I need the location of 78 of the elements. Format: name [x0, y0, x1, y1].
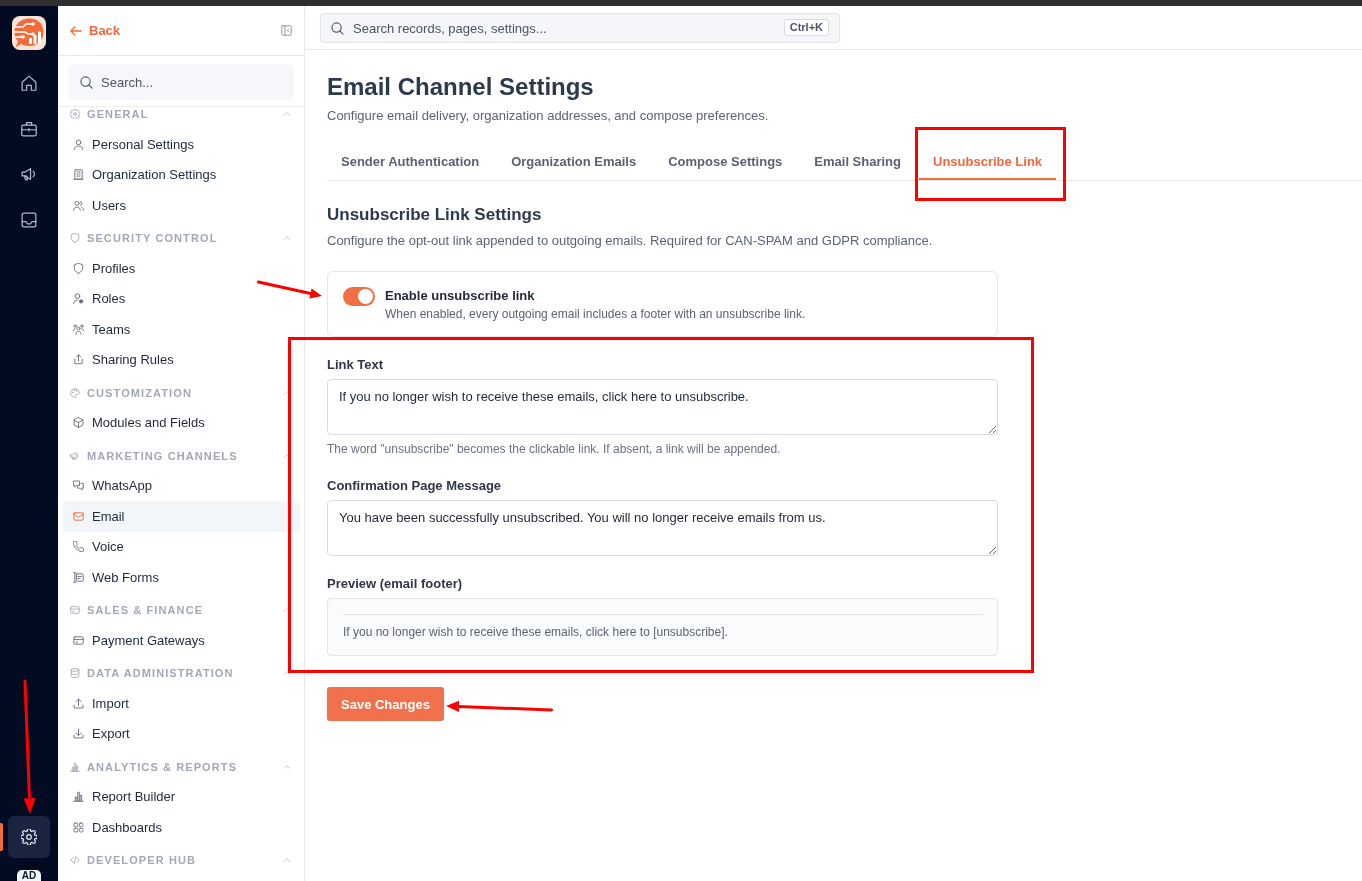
page-subtitle: Configure email delivery, organization addresses, and compose preferences. — [327, 107, 769, 125]
megaphone-icon — [70, 450, 80, 461]
briefcase-icon — [21, 120, 37, 137]
app-logo[interactable] — [12, 16, 46, 50]
user-avatar[interactable]: AD — [17, 870, 41, 881]
upload-icon — [73, 697, 84, 709]
phone-icon — [73, 541, 84, 553]
sidebar-item[interactable]: Modules and Fields — [62, 407, 300, 438]
field-label: Preview (email footer) — [327, 575, 464, 593]
search-icon — [331, 21, 344, 35]
grid-icon — [73, 821, 84, 833]
sidebar-item[interactable]: Web Forms — [62, 562, 300, 593]
tab[interactable]: Email Sharing — [800, 144, 915, 180]
palette-icon — [70, 387, 80, 398]
credit-card-icon — [73, 634, 84, 646]
sidebar-item[interactable]: Roles — [62, 283, 300, 314]
group-icon — [73, 323, 84, 335]
setting-description: When enabled, every outgoing email includes a footer with an unsubscribe link. — [385, 306, 806, 323]
bar-chart-icon — [70, 761, 80, 772]
megaphone-icon — [21, 166, 37, 182]
share-icon — [73, 354, 84, 366]
page-title: Email Channel Settings — [327, 72, 594, 102]
inbox-icon — [21, 211, 37, 228]
sidebar-item[interactable]: Profiles — [62, 253, 300, 284]
field-label: Confirmation Page Message — [327, 477, 503, 495]
section-title: Unsubscribe Link Settings — [327, 204, 542, 226]
tab[interactable]: Sender Authentication — [327, 144, 494, 180]
text-area-field[interactable]: If you no longer wish to receive these emails, click here to unsubscribe. — [327, 379, 998, 435]
sidebar-item[interactable]: WhatsApp — [62, 470, 300, 501]
chevron-up-icon[interactable] — [283, 669, 291, 677]
rail-nav-button[interactable] — [8, 816, 50, 858]
field-label: Link Text — [327, 356, 385, 374]
person-badge-icon — [73, 293, 84, 305]
cube-icon — [73, 417, 84, 429]
section-description: Configure the opt-out link appended to outgoing emails. Required for CAN-SPAM and GDPR compliance. — [327, 232, 933, 250]
person-icon — [73, 138, 84, 150]
sidebar-item[interactable]: Teams — [62, 314, 300, 345]
sidebar-item[interactable]: Users — [62, 190, 300, 221]
search-icon — [80, 75, 93, 89]
building-icon — [73, 169, 84, 181]
settings-icon — [70, 109, 80, 119]
setting-label: Enable unsubscribe link — [385, 287, 536, 305]
sidebar-item[interactable]: Personal Settings — [62, 129, 300, 160]
credit-card-icon — [70, 605, 80, 615]
sidebar-item[interactable]: Voice — [62, 531, 300, 562]
settings-icon — [21, 829, 37, 845]
sidebar-search-field[interactable]: Search... — [68, 64, 294, 100]
toggle-switch[interactable] — [343, 287, 375, 306]
keyboard-shortcut-hint: Ctrl+K — [783, 19, 829, 36]
chevron-up-icon[interactable] — [283, 388, 291, 397]
sidebar-item[interactable]: Dashboards — [62, 812, 300, 843]
shield-icon — [73, 262, 84, 274]
text-area-field[interactable]: You have been successfully unsubscribed. You will no longer receive emails from us. — [327, 500, 998, 556]
sidebar-item[interactable]: Import — [62, 688, 300, 719]
footer-preview-text: If you no longer wish to receive these emails, click here to [unsubscribe]. — [343, 624, 729, 641]
shield-icon — [70, 233, 80, 243]
arrow-left-icon — [70, 24, 82, 37]
form-icon — [73, 571, 84, 583]
people-icon — [73, 199, 84, 211]
sidebar-item[interactable]: Payment Gateways — [62, 625, 300, 656]
database-icon — [70, 668, 80, 678]
home-icon — [21, 75, 37, 91]
sidebar-item[interactable]: Export — [62, 718, 300, 749]
chat-bubbles-icon — [73, 480, 84, 492]
sidebar-item[interactable]: Sharing Rules — [62, 344, 300, 375]
tab[interactable]: Compose Settings — [654, 144, 797, 180]
tab[interactable]: Organization Emails — [497, 144, 651, 180]
download-icon — [73, 728, 84, 740]
field-help-text: The word "unsubscribe" becomes the clickable link. If absent, a link will be appended. — [327, 441, 782, 458]
bar-chart-icon — [73, 791, 84, 803]
chevron-up-icon[interactable] — [283, 451, 291, 460]
sidebar-item[interactable]: Report Builder — [62, 781, 300, 812]
sidebar-item[interactable]: Organization Settings — [62, 159, 300, 190]
sidebar-item[interactable]: Email — [62, 501, 300, 532]
code-icon — [70, 855, 80, 865]
chevron-up-icon[interactable] — [283, 606, 291, 614]
sidebar-panel-icon[interactable] — [281, 25, 292, 36]
mail-icon — [73, 510, 84, 522]
